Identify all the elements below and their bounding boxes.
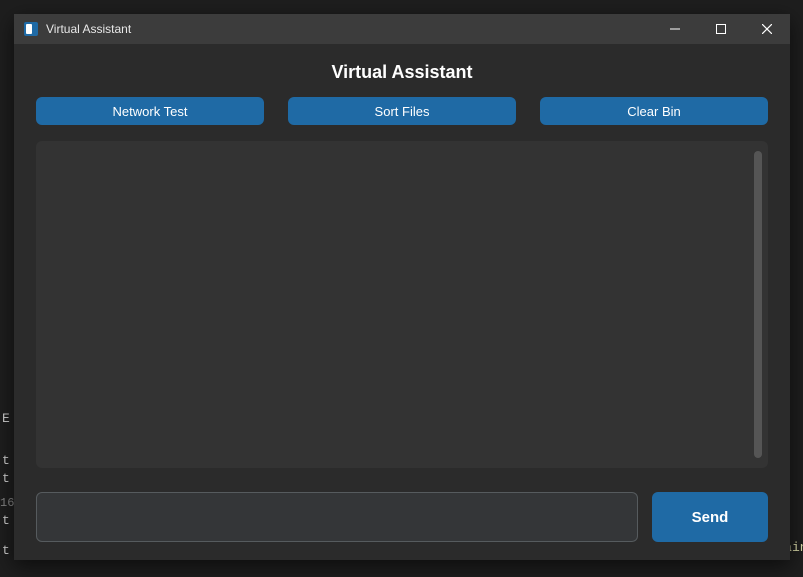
app-window: Virtual Assistant Virtual Assistant Netw… xyxy=(14,14,790,560)
terminal-line-number: 16 xyxy=(0,494,14,512)
window-body: Virtual Assistant Network Test Sort File… xyxy=(14,44,790,560)
send-button[interactable]: Send xyxy=(652,492,768,542)
page-title: Virtual Assistant xyxy=(36,62,768,83)
window-title: Virtual Assistant xyxy=(46,22,131,36)
clear-bin-button[interactable]: Clear Bin xyxy=(540,97,768,125)
titlebar[interactable]: Virtual Assistant xyxy=(14,14,790,44)
terminal-fragment: t xyxy=(2,470,10,488)
chat-output-panel xyxy=(36,141,768,468)
input-row: Send xyxy=(36,492,768,542)
action-button-row: Network Test Sort Files Clear Bin xyxy=(36,97,768,125)
terminal-fragment: t xyxy=(2,452,10,470)
terminal-fragment: E xyxy=(2,410,10,428)
maximize-button[interactable] xyxy=(698,14,744,44)
message-input[interactable] xyxy=(36,492,638,542)
sort-files-button[interactable]: Sort Files xyxy=(288,97,516,125)
network-test-button[interactable]: Network Test xyxy=(36,97,264,125)
close-button[interactable] xyxy=(744,14,790,44)
scrollbar[interactable] xyxy=(754,151,762,458)
app-icon xyxy=(22,20,40,38)
minimize-button[interactable] xyxy=(652,14,698,44)
